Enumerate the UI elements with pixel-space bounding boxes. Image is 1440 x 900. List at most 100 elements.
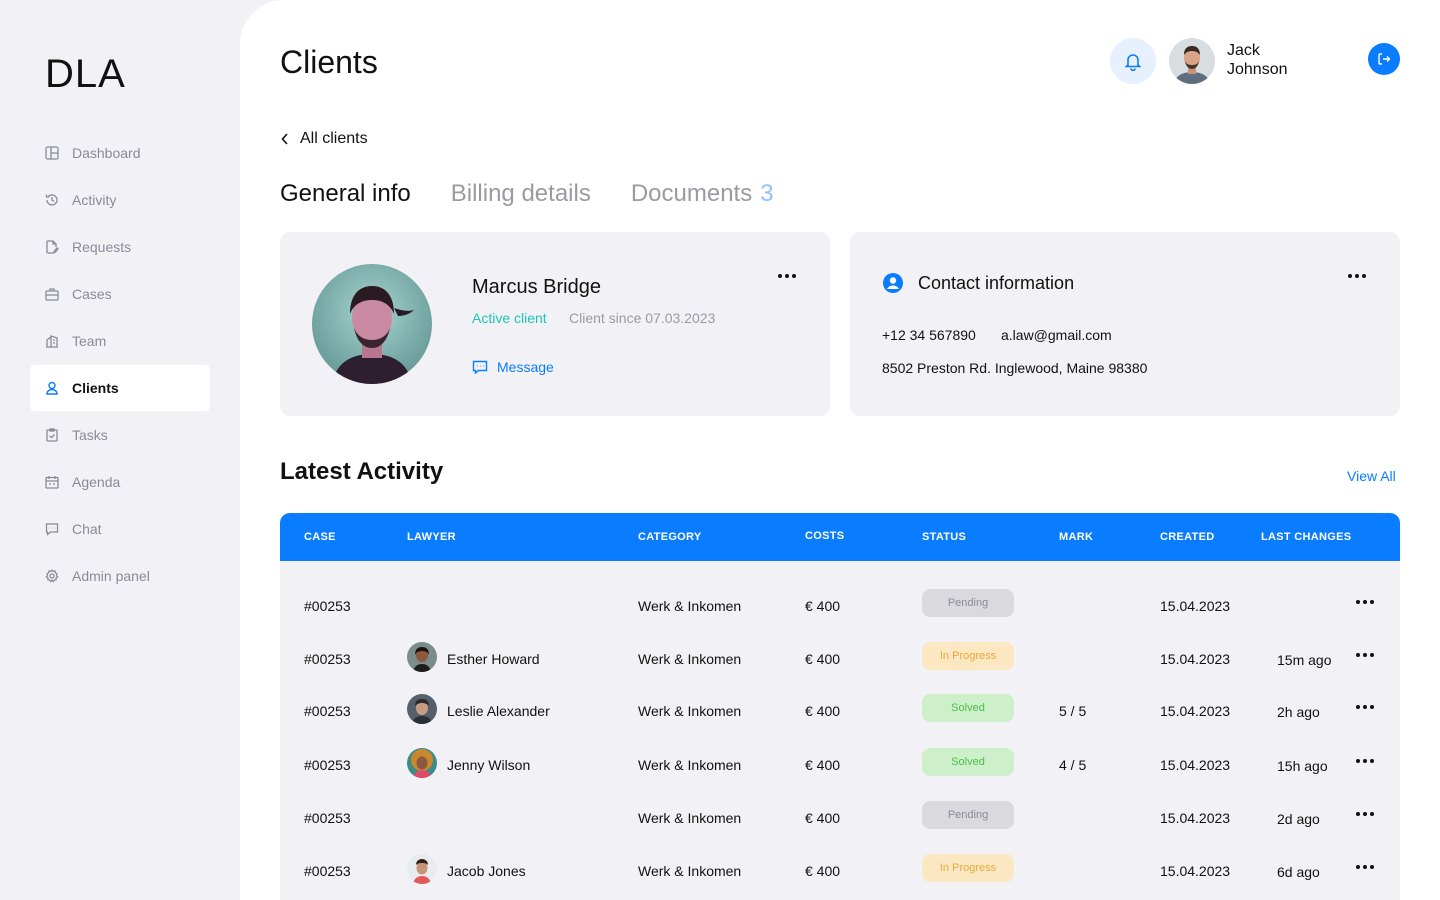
tabs: General info Billing details Documents 3: [280, 180, 814, 208]
lawyer-avatar: [407, 854, 437, 884]
sidebar-item-label: Admin panel: [72, 568, 150, 584]
calendar-icon: [45, 475, 59, 489]
sidebar-item-label: Chat: [72, 521, 102, 537]
lawyer-avatar: [407, 748, 437, 778]
notifications-button[interactable]: [1110, 38, 1156, 84]
user-first-name: Jack: [1227, 42, 1260, 59]
table-row[interactable]: #00253 Werk & Inkomen € 400 Pending 15.0…: [280, 798, 1400, 838]
case-cell: #00253: [304, 703, 351, 719]
status-badge: Solved: [922, 748, 1014, 776]
documents-count-badge: 3: [760, 180, 774, 207]
sidebar-nav: Dashboard Activity Requests Cases Team C…: [30, 130, 210, 600]
mark-cell: 5 / 5: [1059, 703, 1087, 719]
user-name[interactable]: Jack Johnson: [1227, 41, 1317, 79]
sidebar-item-dashboard[interactable]: Dashboard: [30, 130, 210, 176]
row-more-icon[interactable]: [1356, 653, 1374, 657]
user-icon: [45, 381, 59, 395]
last-changes-cell: 2h ago: [1277, 704, 1320, 720]
row-more-icon[interactable]: [1356, 812, 1374, 816]
client-since: Client since 07.03.2023: [569, 310, 716, 326]
message-icon: [472, 360, 488, 374]
sidebar-item-label: Team: [72, 333, 107, 349]
sidebar-item-chat[interactable]: Chat: [30, 506, 210, 552]
gear-icon: [45, 569, 59, 583]
costs-cell: € 400: [805, 863, 841, 879]
category-cell: Werk & Inkomen: [638, 598, 742, 614]
case-cell: #00253: [304, 651, 351, 667]
sidebar-item-team[interactable]: Team: [30, 318, 210, 364]
sidebar-item-activity[interactable]: Activity: [30, 177, 210, 223]
sidebar-item-agenda[interactable]: Agenda: [30, 459, 210, 505]
table-row[interactable]: #00253 Jacob Jones Werk & Inkomen € 400 …: [280, 851, 1400, 891]
more-options-icon[interactable]: [778, 274, 796, 278]
case-cell: #00253: [304, 598, 351, 614]
logout-button[interactable]: [1368, 43, 1400, 75]
table-row[interactable]: #00253 Leslie Alexander Werk & Inkomen €…: [280, 691, 1400, 731]
sidebar-item-admin-panel[interactable]: Admin panel: [30, 553, 210, 599]
lawyer-name: Leslie Alexander: [447, 703, 550, 719]
status-badge: In Progress: [922, 642, 1014, 670]
created-cell: 15.04.2023: [1160, 651, 1231, 667]
tab-documents[interactable]: Documents 3: [631, 180, 774, 208]
last-changes-cell: 15h ago: [1277, 758, 1328, 774]
sidebar-item-clients[interactable]: Clients: [30, 365, 210, 411]
row-more-icon[interactable]: [1356, 705, 1374, 709]
client-profile-card: Marcus Bridge Active client Client since…: [280, 232, 830, 416]
contact-email: a.law@gmail.com: [1001, 327, 1112, 343]
app-logo: DLA: [45, 52, 126, 96]
clipboard-check-icon: [45, 428, 59, 442]
sidebar-item-label: Agenda: [72, 474, 121, 490]
tab-documents-label: Documents: [630, 180, 753, 207]
sidebar-item-requests[interactable]: Requests: [30, 224, 210, 270]
message-button[interactable]: Message: [472, 359, 554, 375]
sidebar-item-label: Activity: [72, 192, 117, 208]
sidebar-item-label: Requests: [72, 239, 132, 255]
more-options-icon[interactable]: [1348, 274, 1366, 278]
column-header-category[interactable]: CATEGORY: [638, 531, 702, 543]
costs-cell: € 400: [805, 757, 841, 773]
tab-billing-details[interactable]: Billing details: [451, 180, 591, 208]
column-header-costs[interactable]: COSTS: [805, 530, 844, 542]
last-changes-cell: 6d ago: [1277, 864, 1320, 880]
last-changes-cell: 15m ago: [1277, 652, 1332, 668]
table-row[interactable]: #00253 Esther Howard Werk & Inkomen € 40…: [280, 639, 1400, 679]
row-more-icon[interactable]: [1356, 865, 1374, 869]
contact-title: Contact information: [918, 272, 1075, 293]
sidebar-item-label: Dashboard: [72, 145, 141, 161]
mark-cell: 4 / 5: [1059, 757, 1087, 773]
column-header-lawyer[interactable]: LAWYER: [407, 531, 456, 543]
case-cell: #00253: [304, 757, 351, 773]
category-cell: Werk & Inkomen: [638, 651, 742, 667]
sidebar-item-tasks[interactable]: Tasks: [30, 412, 210, 458]
row-more-icon[interactable]: [1356, 600, 1374, 604]
sidebar-item-cases[interactable]: Cases: [30, 271, 210, 317]
table-row[interactable]: #00253 Werk & Inkomen € 400 Pending 15.0…: [280, 586, 1400, 626]
message-label: Message: [497, 359, 554, 375]
column-header-last-changes[interactable]: LAST CHANGES: [1261, 531, 1351, 543]
created-cell: 15.04.2023: [1160, 757, 1231, 773]
table-row[interactable]: #00253 Jenny Wilson Werk & Inkomen € 400…: [280, 745, 1400, 785]
status-badge: Solved: [922, 694, 1014, 722]
user-avatar[interactable]: [1169, 38, 1215, 84]
column-header-case[interactable]: CASE: [304, 531, 336, 543]
status-badge: Pending: [922, 801, 1014, 829]
building-icon: [45, 334, 59, 348]
back-link-label: All clients: [300, 130, 368, 147]
tab-general-info[interactable]: General info: [280, 180, 411, 208]
created-cell: 15.04.2023: [1160, 810, 1231, 826]
costs-cell: € 400: [805, 598, 841, 614]
activity-table-header: CASE LAWYER CATEGORY COSTS STATUS MARK C…: [280, 513, 1400, 561]
sidebar-item-label: Tasks: [72, 427, 108, 443]
column-header-created[interactable]: CREATED: [1160, 531, 1214, 543]
column-header-status[interactable]: STATUS: [922, 531, 966, 543]
client-status: Active client: [472, 310, 547, 326]
lawyer-name: Jacob Jones: [447, 863, 526, 879]
client-photo: [312, 264, 432, 384]
back-link[interactable]: All clients: [280, 130, 368, 148]
view-all-link[interactable]: View All: [1347, 468, 1396, 484]
costs-cell: € 400: [805, 651, 841, 667]
column-header-mark[interactable]: MARK: [1059, 531, 1093, 543]
costs-cell: € 400: [805, 810, 841, 826]
category-cell: Werk & Inkomen: [638, 863, 742, 879]
row-more-icon[interactable]: [1356, 759, 1374, 763]
